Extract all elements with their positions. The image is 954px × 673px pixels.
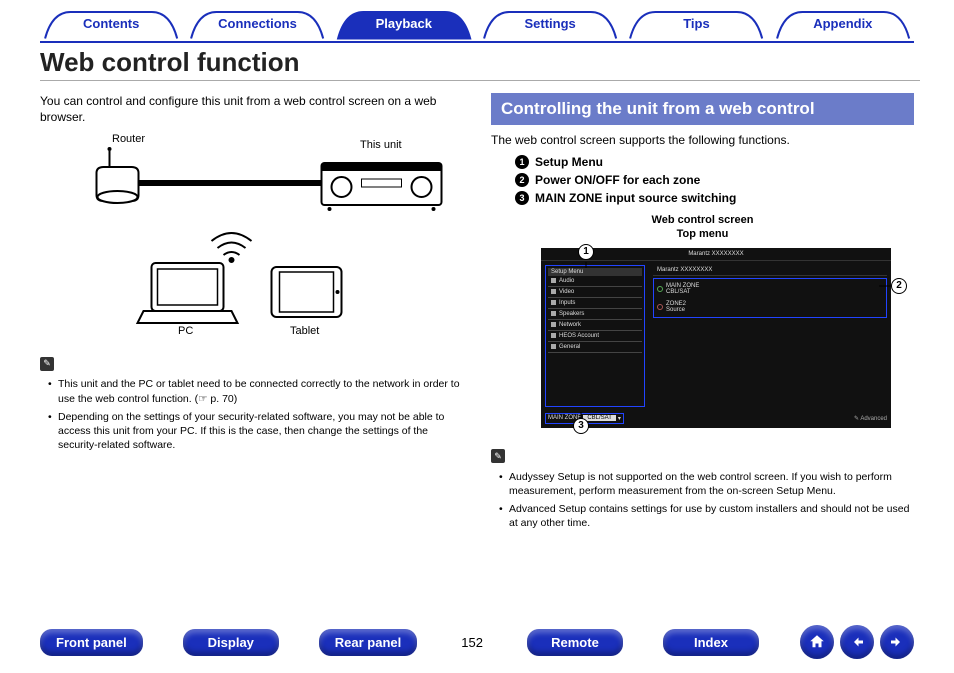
note-item: Advanced Setup contains settings for use…	[499, 502, 914, 530]
feature-list: 1Setup Menu 2Power ON/OFF for each zone …	[491, 155, 914, 205]
wifi-icon	[212, 233, 252, 262]
note-icon: ✎	[491, 449, 505, 463]
screen-caption: Web control screen Top menu	[491, 213, 914, 242]
rear-panel-button[interactable]: Rear panel	[319, 629, 417, 656]
arrow-left-icon	[848, 633, 866, 651]
mock-side-heos: HEOS Account	[559, 333, 599, 339]
note-item: This unit and the PC or tablet need to b…	[48, 377, 463, 405]
intro-text: You can control and configure this unit …	[40, 93, 463, 125]
web-control-mock: Marantz XXXXXXXX Setup Menu Audio Video …	[541, 248, 891, 428]
bottom-nav: Front panel Display Rear panel 152 Remot…	[0, 625, 954, 659]
tab-connections[interactable]: Connections	[186, 10, 328, 41]
callout-1-icon: 1	[578, 244, 594, 260]
note-item: Audyssey Setup is not supported on the w…	[499, 470, 914, 498]
mock-side-speakers: Speakers	[559, 311, 584, 317]
tab-playback[interactable]: Playback	[333, 10, 475, 41]
tab-label: Settings	[525, 16, 576, 31]
remote-button[interactable]: Remote	[527, 629, 623, 656]
laptop-icon	[138, 263, 238, 323]
router-icon	[97, 147, 139, 203]
network-diagram: Router This unit PC Tablet	[40, 133, 463, 343]
display-button[interactable]: Display	[183, 629, 279, 656]
prev-button[interactable]	[840, 625, 874, 659]
av-unit-icon	[322, 163, 442, 211]
front-panel-button[interactable]: Front panel	[40, 629, 143, 656]
mock-advanced: ✎ Advanced	[854, 415, 887, 422]
feature-intro: The web control screen supports the foll…	[491, 133, 914, 147]
note-icon: ✎	[40, 357, 54, 371]
mock-main: Marantz XXXXXXXX MAIN ZONECBL/SAT ZONE2S…	[653, 265, 887, 407]
left-notes: This unit and the PC or tablet need to b…	[40, 377, 463, 452]
note-item: Depending on the settings of your securi…	[48, 410, 463, 453]
callout-3-icon: 3	[573, 418, 589, 434]
tab-tips[interactable]: Tips	[625, 10, 767, 41]
tab-label: Contents	[83, 16, 139, 31]
mock-zone2: ZONE2	[666, 301, 686, 307]
top-nav: Contents Connections Playback Settings T…	[0, 0, 954, 41]
callout-2-icon: 2	[891, 278, 907, 294]
feature-item-3: 3 MAIN ZONE input source switching	[515, 191, 914, 205]
mock-side-video: Video	[559, 289, 574, 295]
num-2-icon: 2	[515, 173, 529, 187]
nav-divider	[40, 41, 914, 43]
router-label: Router	[112, 133, 145, 145]
right-column: Controlling the unit from a web control …	[491, 93, 914, 534]
tab-label: Appendix	[813, 16, 872, 31]
mock-device-name: Marantz XXXXXXXX	[653, 265, 887, 276]
tab-contents[interactable]: Contents	[40, 10, 182, 41]
tab-label: Playback	[376, 16, 432, 31]
tab-settings[interactable]: Settings	[479, 10, 621, 41]
home-button[interactable]	[800, 625, 834, 659]
section-header: Controlling the unit from a web control	[491, 93, 914, 125]
num-3-icon: 3	[515, 191, 529, 205]
mock-side-inputs: Inputs	[559, 300, 575, 306]
page-title: Web control function	[40, 47, 920, 81]
left-column: You can control and configure this unit …	[40, 93, 463, 534]
tab-label: Tips	[683, 16, 710, 31]
pc-label: PC	[178, 325, 193, 337]
feature-label: MAIN ZONE input source switching	[535, 191, 736, 205]
tab-appendix[interactable]: Appendix	[772, 10, 914, 41]
arrow-right-icon	[888, 633, 906, 651]
index-button[interactable]: Index	[663, 629, 759, 656]
right-notes: Audyssey Setup is not supported on the w…	[491, 470, 914, 531]
feature-item-2: 2 Power ON/OFF for each zone	[515, 173, 914, 187]
next-button[interactable]	[880, 625, 914, 659]
tablet-label: Tablet	[290, 325, 319, 337]
feature-item-1: 1 Setup Menu	[515, 155, 914, 169]
num-1-icon: 1	[515, 155, 529, 169]
mock-sidebar: Setup Menu Audio Video Inputs Speakers N…	[545, 265, 645, 407]
mock-mainzone: MAIN ZONE	[666, 283, 699, 289]
mock-mainsource: CBL/SAT	[666, 289, 699, 295]
mock-side-audio: Audio	[559, 278, 574, 284]
mock-zone2source: Source	[666, 307, 686, 313]
caption-line-2: Top menu	[677, 228, 729, 240]
tab-label: Connections	[218, 16, 297, 31]
mock-side-general: General	[559, 344, 580, 350]
caption-line-1: Web control screen	[652, 214, 754, 226]
tablet-icon	[272, 267, 342, 317]
feature-label: Power ON/OFF for each zone	[535, 173, 700, 187]
page-number: 152	[461, 635, 483, 650]
feature-label: Setup Menu	[535, 155, 603, 169]
home-icon	[808, 633, 826, 651]
unit-label: This unit	[360, 139, 402, 151]
mock-side-network: Network	[559, 322, 581, 328]
